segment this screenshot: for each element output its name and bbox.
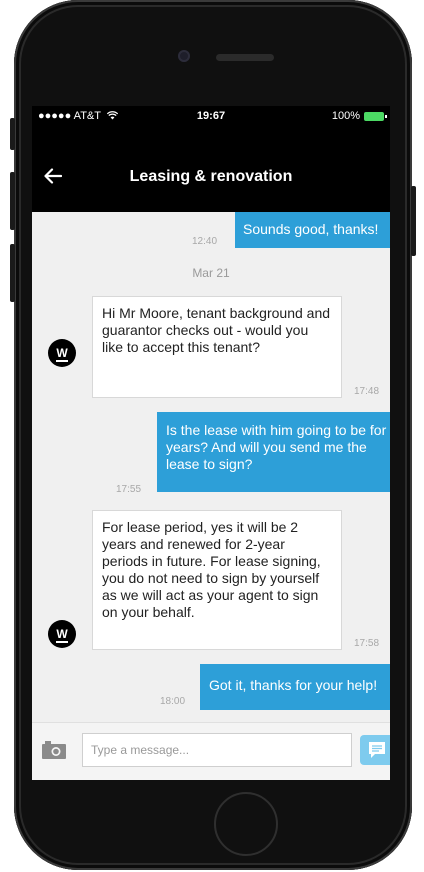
message-time: 17:48 [354,386,380,397]
send-message-icon [369,742,385,758]
day-separator: Mar 21 [192,266,230,280]
header-bar: Leasing & renovation [32,128,390,212]
message-incoming: For lease period, yes it will be 2 years… [92,510,342,650]
status-bar: ●●●●● AT&T 19:67 100% [32,106,390,128]
screen: ●●●●● AT&T 19:67 100% Leasing & renovati… [32,106,390,780]
message-time: 17:58 [354,638,380,649]
message-input[interactable] [82,733,352,767]
earpiece-speaker [216,54,274,61]
page-title: Leasing & renovation [129,168,293,185]
message-incoming: Hi Mr Moore, tenant background and guara… [92,296,342,398]
message-time: 12:40 [192,236,218,247]
message-outgoing: Sounds good, thanks! [235,212,390,248]
home-button[interactable] [214,792,278,856]
agent-avatar: W [48,620,76,648]
message-outgoing: Got it, thanks for your help! [200,664,390,710]
message-time: 18:00 [160,696,186,707]
camera-icon[interactable] [42,741,66,759]
message-composer [32,722,390,780]
volume-up-button [10,172,15,230]
power-button [411,186,416,256]
battery-status: 100% [332,110,387,122]
mute-switch [10,118,15,150]
message-outgoing: Is the lease with him going to be for 2 … [157,412,390,492]
agent-avatar: W [48,339,76,367]
send-button[interactable] [360,735,390,765]
volume-down-button [10,244,15,302]
front-camera [178,50,190,62]
message-time: 17:55 [116,484,142,495]
battery-icon [364,111,387,121]
message-thread[interactable]: Sounds good, thanks! 12:40 Mar 21 W Hi M… [32,212,390,722]
